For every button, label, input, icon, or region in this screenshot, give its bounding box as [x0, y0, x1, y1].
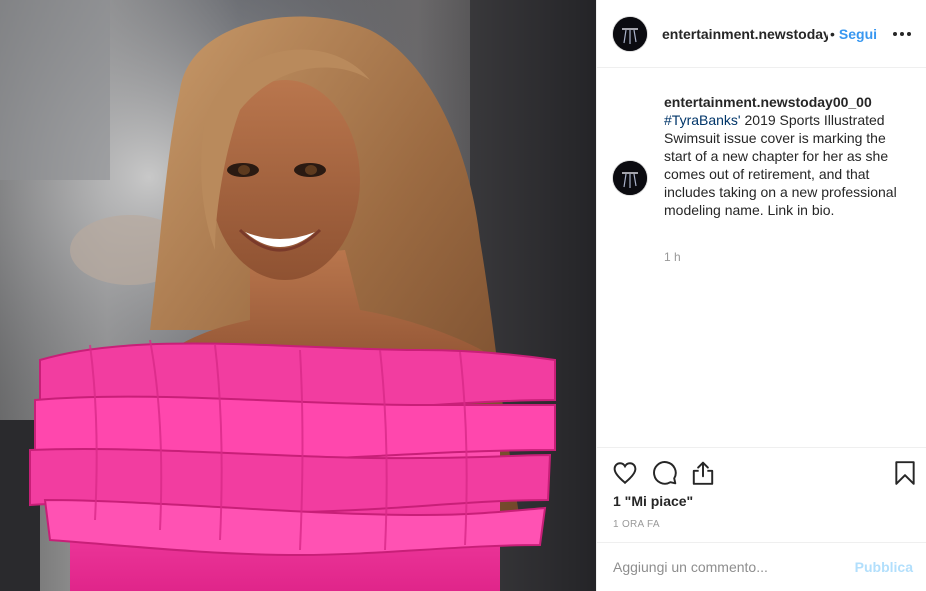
heart-icon	[613, 462, 637, 485]
avatar-logo-icon	[613, 161, 647, 195]
comment-button[interactable]	[652, 460, 678, 486]
post-photo[interactable]	[0, 0, 596, 591]
comment-icon	[653, 461, 677, 485]
caption-time[interactable]: 1 h	[664, 250, 681, 264]
caption-hashtag[interactable]: #TyraBanks'	[664, 112, 741, 128]
post-view: entertainment.newstoday00_00 • Segui	[0, 0, 926, 591]
save-button[interactable]	[892, 460, 918, 486]
like-button[interactable]	[612, 460, 638, 486]
follow-button[interactable]: Segui	[839, 26, 877, 42]
more-horizontal-icon	[893, 31, 911, 36]
avatar-logo-icon	[613, 16, 647, 51]
comment-input[interactable]	[613, 559, 855, 575]
caption-text: entertainment.newstoday00_00 #TyraBanks'…	[664, 93, 914, 219]
likes-count[interactable]: 1 "Mi piace"	[613, 493, 693, 509]
post-timestamp[interactable]: 1 ORA FA	[613, 519, 660, 530]
avatar[interactable]	[613, 16, 647, 51]
header-separator: •	[830, 25, 835, 42]
more-options-button[interactable]	[890, 22, 914, 46]
share-icon	[692, 461, 714, 485]
post-sidebar: entertainment.newstoday00_00 • Segui	[596, 0, 926, 591]
caption-username[interactable]: entertainment.newstoday00_00	[664, 93, 914, 111]
bookmark-icon	[895, 461, 915, 485]
photo-illustration	[0, 0, 596, 591]
post-header: entertainment.newstoday00_00 • Segui	[597, 0, 926, 68]
share-button[interactable]	[690, 460, 716, 486]
publish-button[interactable]: Pubblica	[855, 559, 913, 575]
add-comment-bar: Pubblica	[597, 542, 926, 591]
action-icons	[597, 448, 926, 496]
header-username[interactable]: entertainment.newstoday00_00	[662, 26, 828, 42]
post-actions: 1 "Mi piace" 1 ORA FA	[597, 447, 926, 530]
comments-section: entertainment.newstoday00_00 #TyraBanks'…	[597, 69, 926, 447]
caption-avatar[interactable]	[613, 161, 647, 195]
